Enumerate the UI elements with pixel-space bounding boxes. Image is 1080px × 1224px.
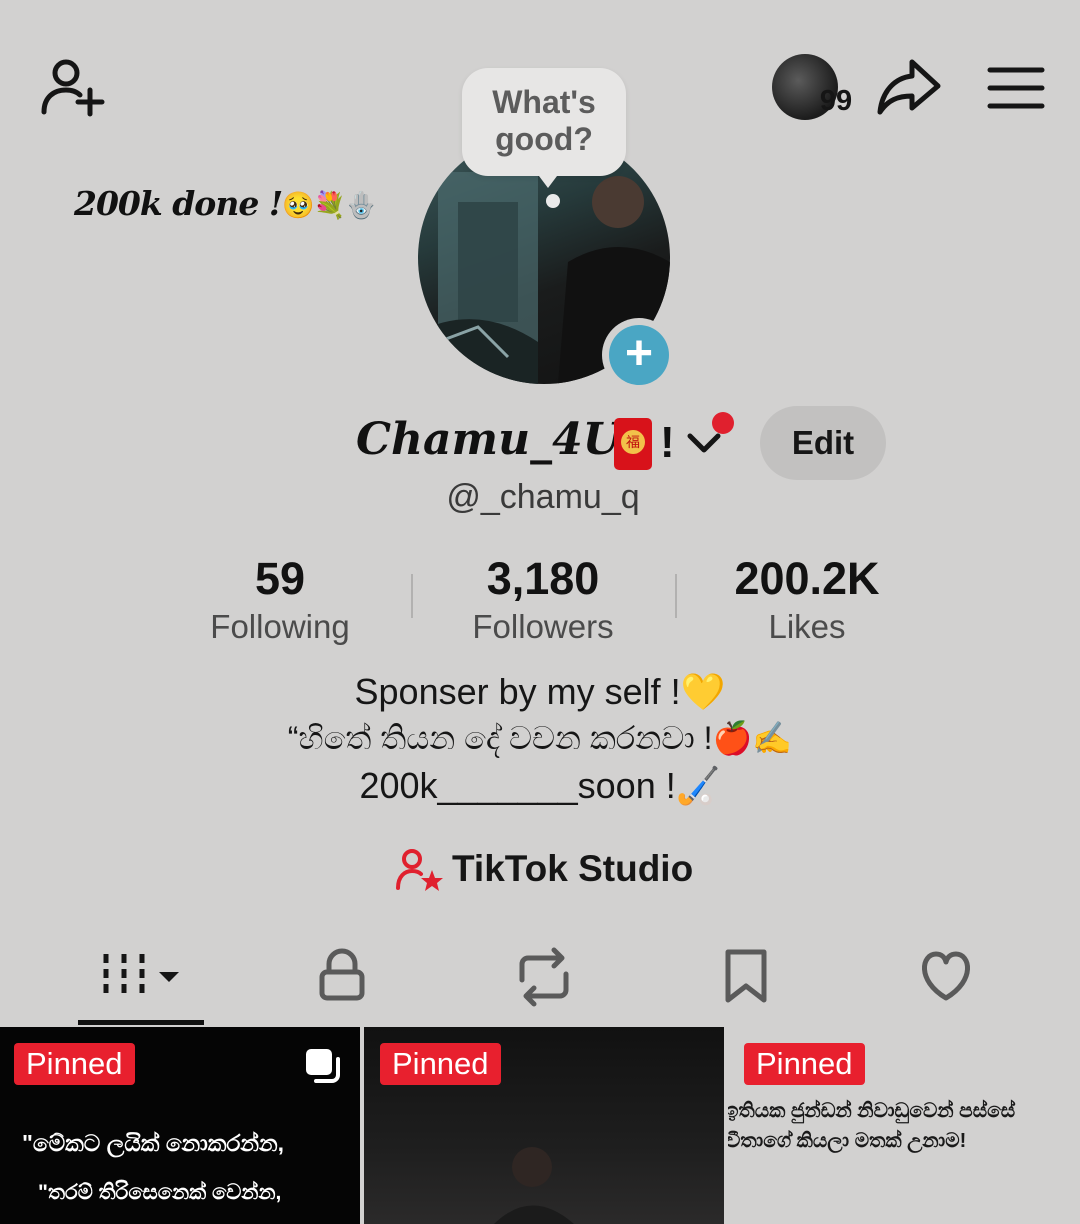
display-name: Chamu_4U [356, 414, 622, 465]
note-bubble-tail [536, 172, 560, 188]
stat-divider [411, 574, 413, 618]
edit-profile-button[interactable]: Edit [760, 406, 886, 480]
add-person-icon [41, 59, 105, 117]
videos-grid-icon [103, 954, 179, 998]
share-arrow-icon [877, 59, 941, 115]
envelope-seal-icon: 福 [621, 430, 645, 454]
active-tab-indicator [78, 1020, 204, 1025]
display-name-suffix: ! [660, 418, 675, 467]
add-story-button[interactable]: + [609, 325, 669, 385]
video-caption: "මේකට ලයික් නොකරන්න, [22, 1130, 285, 1156]
share-profile-button[interactable] [874, 56, 946, 120]
stat-likes[interactable]: 200.2K Likes [692, 552, 922, 648]
bio-line: Sponser by my self !💛 [354, 671, 726, 712]
video-thumbnail[interactable]: Pinned [364, 1027, 724, 1224]
pinned-badge: Pinned [380, 1043, 501, 1085]
notification-count: 99 [819, 85, 853, 117]
bio-line: “හිතේ තියන දේ වචන කරනවා !🍎✍️ [287, 720, 793, 756]
side-caption-text: 200k done ! [74, 184, 283, 223]
stat-divider [675, 574, 677, 618]
repost-icon [519, 947, 569, 1007]
side-caption-emojis: 🥹💐🪬 [282, 191, 377, 221]
followers-label: Followers [472, 608, 614, 645]
lock-icon [319, 948, 365, 1001]
note-bubble[interactable]: What's good? [462, 68, 626, 176]
hamburger-menu-icon [987, 67, 1045, 109]
tab-videos[interactable] [82, 940, 202, 1014]
heart-icon [922, 951, 970, 1001]
username: @_chamu_q [446, 478, 640, 516]
likes-label: Likes [768, 608, 846, 645]
tab-private[interactable] [282, 940, 402, 1014]
tab-liked[interactable] [886, 940, 1006, 1014]
tab-saved[interactable] [686, 940, 806, 1014]
video-caption: "තරම් තිරිසෙනෙක් වෙන්න, [38, 1181, 282, 1204]
plus-icon: + [624, 327, 654, 380]
tab-reposts[interactable] [484, 940, 604, 1014]
bookmark-icon [725, 949, 767, 1003]
video-caption: වීතාගේ කියලා මතක් උනාම! [728, 1130, 967, 1152]
stat-following[interactable]: 59 Following [165, 552, 395, 648]
pinned-badge: Pinned [14, 1043, 135, 1085]
following-count: 59 [254, 553, 306, 604]
bio-line: 200k_______soon !🏑 [359, 765, 721, 806]
followers-count: 3,180 [486, 553, 600, 604]
video-thumbnail[interactable]: Pinned "මේකට ලයික් නොකරන්න, "තරම් තිරිසෙ… [0, 1027, 360, 1224]
following-label: Following [210, 608, 350, 645]
pinned-badge: Pinned [744, 1043, 865, 1085]
profile-bio: Sponser by my self !💛 “හිතේ තියන දේ වචන … [140, 668, 940, 809]
note-dot [546, 194, 560, 208]
profile-side-caption: 200k done !🥹💐🪬 [74, 184, 377, 223]
menu-button[interactable] [984, 58, 1048, 116]
multi-photo-icon [306, 1049, 340, 1083]
studio-person-star-icon [396, 849, 443, 891]
video-thumbnail[interactable]: Pinned ඉතියක ජුන්ඩන් නිවාඩුවෙන් පස්සේ වී… [728, 1027, 1080, 1224]
stat-followers[interactable]: 3,180 Followers [428, 552, 658, 648]
add-friend-button[interactable] [36, 56, 108, 120]
video-preview-image [494, 1147, 574, 1224]
tiktok-studio-label: TikTok Studio [452, 848, 694, 889]
likes-count: 200.2K [734, 553, 880, 604]
notification-dot [712, 412, 734, 434]
